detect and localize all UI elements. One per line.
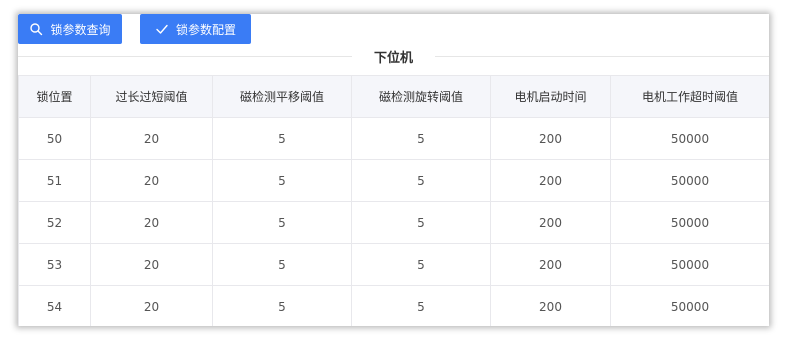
cell-lock-position: 51 — [18, 159, 91, 202]
cell-length-threshold: 20 — [90, 285, 213, 326]
section-title: 下位机 — [374, 50, 414, 66]
cell-lock-position: 53 — [18, 243, 91, 286]
cell-length-threshold: 20 — [90, 201, 213, 244]
cell-magnetic-rotation-threshold: 5 — [351, 117, 491, 160]
divider-line-left — [18, 55, 352, 57]
cell-lock-position: 50 — [18, 117, 91, 160]
col-header-motor-start-time: 电机启动时间 — [490, 75, 611, 118]
cell-length-threshold: 20 — [90, 243, 213, 286]
cell-motor-timeout-threshold: 50000 — [610, 117, 769, 160]
cell-motor-start-time: 200 — [490, 201, 611, 244]
cell-magnetic-rotation-threshold: 5 — [351, 159, 491, 202]
cell-motor-start-time: 200 — [490, 159, 611, 202]
table-row[interactable]: 51 20 5 5 200 50000 — [18, 159, 769, 202]
table-row[interactable]: 52 20 5 5 200 50000 — [18, 201, 769, 244]
section-divider: 下位机 — [18, 46, 769, 66]
cell-magnetic-rotation-threshold: 5 — [351, 243, 491, 286]
cell-magnetic-translation-threshold: 5 — [212, 117, 352, 160]
col-header-lock-position: 锁位置 — [18, 75, 91, 118]
config-lock-params-button[interactable]: 锁参数配置 — [140, 14, 251, 44]
table-row[interactable]: 54 20 5 5 200 50000 — [18, 285, 769, 326]
col-header-magnetic-translation-threshold: 磁检测平移阈值 — [212, 75, 352, 118]
cell-length-threshold: 20 — [90, 117, 213, 160]
cell-magnetic-translation-threshold: 5 — [212, 285, 352, 326]
cell-motor-timeout-threshold: 50000 — [610, 159, 769, 202]
cell-lock-position: 54 — [18, 285, 91, 326]
col-header-magnetic-rotation-threshold: 磁检测旋转阈值 — [351, 75, 491, 118]
check-icon — [155, 22, 169, 36]
cell-magnetic-translation-threshold: 5 — [212, 243, 352, 286]
divider-line-right — [435, 55, 769, 57]
cell-magnetic-translation-threshold: 5 — [212, 201, 352, 244]
cell-motor-start-time: 200 — [490, 243, 611, 286]
search-icon — [29, 22, 43, 36]
query-lock-params-button[interactable]: 锁参数查询 — [18, 14, 122, 44]
query-button-label: 锁参数查询 — [50, 22, 111, 37]
cell-magnetic-rotation-threshold: 5 — [351, 201, 491, 244]
table-row[interactable]: 50 20 5 5 200 50000 — [18, 117, 769, 160]
cell-magnetic-translation-threshold: 5 — [212, 159, 352, 202]
cell-lock-position: 52 — [18, 201, 91, 244]
cell-motor-timeout-threshold: 50000 — [610, 285, 769, 326]
table-header-row: 锁位置 过长过短阈值 磁检测平移阈值 磁检测旋转阈值 电机启动时间 电机工作超时… — [18, 75, 769, 118]
config-button-label: 锁参数配置 — [175, 22, 236, 37]
col-header-motor-timeout-threshold: 电机工作超时阈值 — [610, 75, 769, 118]
lock-params-table: 锁位置 过长过短阈值 磁检测平移阈值 磁检测旋转阈值 电机启动时间 电机工作超时… — [18, 75, 769, 326]
cell-motor-start-time: 200 — [490, 117, 611, 160]
cell-motor-timeout-threshold: 50000 — [610, 243, 769, 286]
table-row[interactable]: 53 20 5 5 200 50000 — [18, 243, 769, 286]
lock-params-panel: 锁参数查询 锁参数配置 下位机 锁位置 过长过短阈值 磁检测平移阈值 磁检测旋转… — [18, 14, 769, 326]
cell-magnetic-rotation-threshold: 5 — [351, 285, 491, 326]
col-header-length-threshold: 过长过短阈值 — [90, 75, 213, 118]
cell-motor-timeout-threshold: 50000 — [610, 201, 769, 244]
cell-motor-start-time: 200 — [490, 285, 611, 326]
cell-length-threshold: 20 — [90, 159, 213, 202]
